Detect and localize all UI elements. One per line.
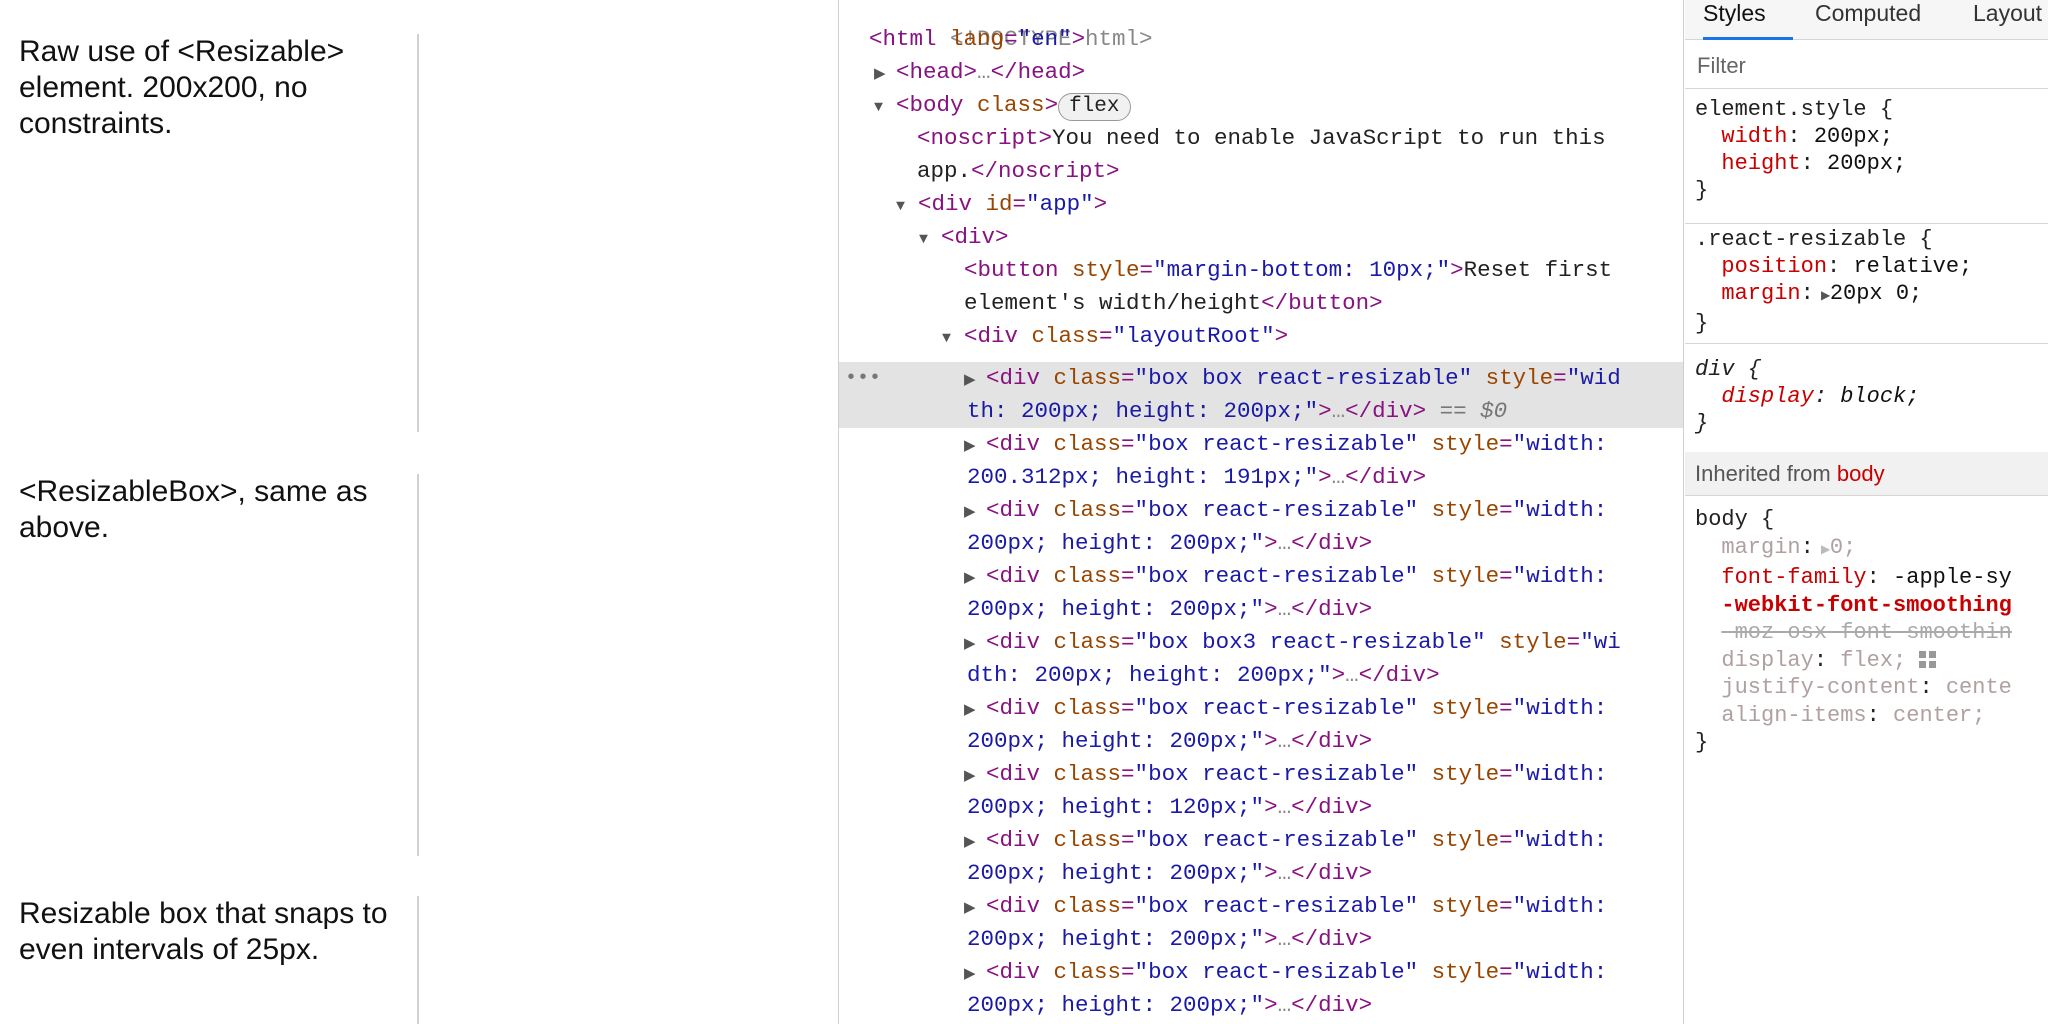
more-dots-icon[interactable]: ••• (845, 362, 881, 395)
collapse-triangle-icon[interactable]: ▼ (942, 322, 964, 355)
resizable-div-node-cont: 200px; height: 200px;">…</div> (967, 530, 1373, 556)
react-resizable-rule[interactable]: .react-resizable { position: relative; m… (1685, 226, 2048, 344)
button-node[interactable]: <button style="margin-bottom: 10px;">Res… (839, 254, 1683, 287)
collapse-triangle-icon[interactable]: ▼ (896, 190, 918, 223)
noscript-node[interactable]: <noscript>You need to enable JavaScript … (839, 122, 1683, 155)
noscript-node-cont: app.</noscript> (917, 158, 1120, 184)
expand-triangle-icon[interactable]: ▶ (964, 826, 986, 859)
resizable-div-node[interactable]: ▶ <div class="box react-resizable" style=… (839, 824, 1683, 857)
expand-triangle-icon[interactable]: ▶ (964, 760, 986, 793)
demo-description: Resizable box that snaps to even interva… (19, 897, 388, 966)
collapse-triangle-icon[interactable]: ▼ (919, 223, 941, 256)
app-div-node[interactable]: ▼ <div id="app"> (839, 188, 1683, 221)
elements-tree[interactable]: <!DOCTYPE html> <html lang="en"> ▶ <head>… (839, 0, 1684, 1024)
expand-triangle-icon[interactable]: ▶ (964, 958, 986, 991)
styles-pane: Styles Computed Layout Filter element.st… (1685, 0, 2048, 1024)
styles-filter-input[interactable]: Filter (1685, 41, 2048, 89)
grid-editor-icon[interactable] (1919, 650, 1938, 669)
tab-layout[interactable]: Layout (1973, 0, 2042, 40)
resizable-div-node[interactable]: ▶ <div class="box react-resizable" style=… (839, 494, 1683, 527)
resizable-div-node[interactable]: ••• ▶ <div class="box box react-resizable"… (839, 362, 1683, 395)
resizable-div-node[interactable]: ▶ <div class="box react-resizable" style=… (839, 560, 1683, 593)
body-node[interactable]: ▼ <body class> flex (839, 89, 1683, 122)
expand-triangle-icon[interactable]: ▶ (964, 694, 986, 727)
doctype-node[interactable]: <!DOCTYPE html> (839, 0, 1683, 52)
expand-triangle-icon[interactable]: ▶ (964, 892, 986, 925)
element-style-rule[interactable]: element.style { width: 200px; height: 20… (1685, 96, 2048, 224)
flex-badge[interactable]: flex (1058, 93, 1131, 121)
resizable-div-node[interactable]: ▶ <div class="box react-resizable" style=… (839, 428, 1683, 461)
layout-root-node[interactable]: ▼ <div class="layoutRoot"> (839, 320, 1683, 353)
expand-triangle-icon[interactable]: ▶ (874, 58, 896, 91)
styles-tab-bar: Styles Computed Layout (1685, 0, 2048, 40)
expand-triangle-icon[interactable]: ▶ (964, 628, 986, 661)
selected-node-ref: == $0 (1439, 398, 1508, 424)
resizable-div-node[interactable]: ▶ <div class="box react-resizable" style=… (839, 692, 1683, 725)
demo-description: <ResizableBox>, same as above. (19, 475, 368, 544)
tab-computed[interactable]: Computed (1815, 0, 1921, 40)
resizable-div-node[interactable]: ▶ <div class="box react-resizable" style=… (839, 890, 1683, 923)
devtools: <!DOCTYPE html> <html lang="en"> ▶ <head>… (838, 0, 2048, 1024)
snap-resizable-demo-3[interactable]: Resizable box that snaps to even interva… (0, 896, 419, 1024)
expand-triangle-icon[interactable]: ▶ (964, 562, 986, 595)
resizable-div-node-cont: 200px; height: 200px;">…</div> (967, 596, 1373, 622)
expand-triangle-icon[interactable]: ▶ (964, 496, 986, 529)
body-rule[interactable]: body { margin: ▶0; font-family: -apple-s… (1685, 506, 2048, 772)
expand-triangle-icon[interactable]: ▶ (964, 364, 986, 397)
resizable-demo-1[interactable]: Raw use of <Resizable> element. 200x200,… (0, 34, 419, 432)
collapse-triangle-icon[interactable]: ▼ (874, 91, 896, 124)
div-node[interactable]: ▼ <div> (839, 221, 1683, 254)
expand-triangle-icon[interactable]: ▶ (964, 430, 986, 463)
resizable-div-node-cont: 200px; height: 200px;">…</div> (967, 992, 1373, 1018)
button-node-cont: element's width/height</button> (964, 290, 1383, 316)
resizable-box-demo-2[interactable]: <ResizableBox>, same as above. (0, 474, 419, 856)
resizable-div-node[interactable]: ▶ <div class="box box3 react-resizable" s… (839, 626, 1683, 659)
page-viewport: Raw use of <Resizable> element. 200x200,… (0, 0, 838, 1024)
resizable-div-node-cont: 200px; height: 200px;">…</div> (967, 728, 1373, 754)
resizable-div-node-cont: 200px; height: 200px;">…</div> (967, 926, 1373, 952)
expand-triangle-icon[interactable]: ▶ (1814, 283, 1830, 310)
html-node[interactable]: <html lang="en"> (839, 23, 1683, 56)
inherited-from-header: Inherited from body (1685, 452, 2048, 496)
resizable-div-node-cont: dth: 200px; height: 200px;">…</div> (967, 662, 1440, 688)
div-ua-rule: div { display: block; } (1695, 357, 1920, 436)
demo-description: Raw use of <Resizable> element. 200x200,… (19, 35, 345, 140)
resizable-div-node-cont: 200px; height: 120px;">…</div> (967, 794, 1373, 820)
head-node[interactable]: ▶ <head>…</head> (839, 56, 1683, 89)
inherited-from-link[interactable]: body (1837, 461, 1885, 486)
resizable-div-node[interactable]: ▶ <div class="box react-resizable" style=… (839, 758, 1683, 791)
expand-triangle-icon[interactable]: ▶ (1814, 537, 1830, 565)
resizable-div-node-cont: 200.312px; height: 191px;">…</div> (967, 464, 1427, 490)
resizable-div-node-cont: th: 200px; height: 200px;">…</div> == $0 (839, 395, 1683, 428)
tab-styles[interactable]: Styles (1703, 0, 1793, 40)
resizable-div-node[interactable]: ▶ <div class="box react-resizable" style=… (839, 956, 1683, 989)
resizable-div-node-cont: 200px; height: 200px;">…</div> (967, 860, 1373, 886)
